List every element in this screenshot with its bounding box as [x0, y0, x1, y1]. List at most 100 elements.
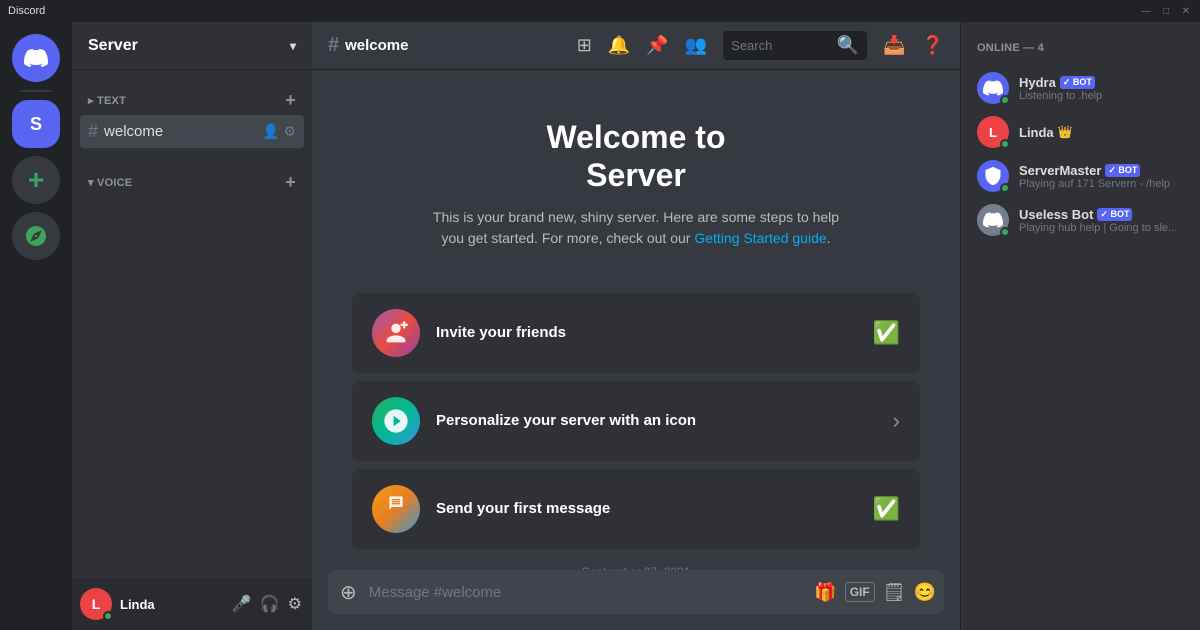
- message-input-box: ⊕ 🎁 GIF 🗒 😊: [328, 570, 944, 614]
- search-placeholder: Search: [731, 38, 772, 53]
- explore-button[interactable]: [12, 212, 60, 260]
- search-icon: 🔍: [837, 35, 859, 56]
- member-name-uselessbot: Useless Bot ✓ BOT: [1019, 207, 1184, 222]
- task-label-invite: Invite your friends: [436, 324, 857, 341]
- hashtag-icon[interactable]: ⊞: [577, 35, 592, 56]
- titlebar: Discord — □ ✕: [0, 0, 1200, 22]
- message-input[interactable]: [369, 574, 807, 611]
- gif-button[interactable]: GIF: [845, 582, 875, 602]
- task-item-personalize[interactable]: Personalize your server with an icon ›: [352, 381, 920, 461]
- task-label-message: Send your first message: [436, 500, 857, 517]
- topbar-hash-icon: #: [328, 34, 339, 57]
- message-input-area: ⊕ 🎁 GIF 🗒 😊: [312, 570, 960, 630]
- servermaster-status: Playing auf 171 Servern - /help: [1019, 178, 1184, 190]
- server-header[interactable]: Server ▾: [72, 22, 312, 70]
- hydra-bot-badge: ✓ BOT: [1060, 76, 1095, 89]
- member-item-servermaster[interactable]: ServerMaster ✓ BOT Playing auf 171 Serve…: [969, 154, 1192, 198]
- linda-status-dot: [1000, 139, 1010, 149]
- task-status-message: ✅: [873, 496, 900, 522]
- members-icon[interactable]: 👥: [685, 35, 707, 56]
- voice-section-header[interactable]: ▾ VOICE +: [80, 168, 304, 197]
- hydra-status-dot: [1000, 95, 1010, 105]
- getting-started-link[interactable]: Getting Started guide: [694, 230, 826, 246]
- channel-name-welcome: welcome: [104, 123, 163, 140]
- search-box[interactable]: Search 🔍: [723, 31, 867, 60]
- welcome-subtitle: This is your brand new, shiny server. He…: [352, 207, 920, 249]
- channel-item-welcome[interactable]: # welcome 👤 ⚙: [80, 115, 304, 148]
- user-area: L Linda 🎤 🎧 ⚙: [72, 578, 312, 630]
- task-item-message[interactable]: Send your first message ✅: [352, 469, 920, 549]
- member-avatar-servermaster: [977, 160, 1009, 192]
- sticker-button[interactable]: 🗒: [883, 582, 906, 603]
- voice-section-label: ▾ VOICE: [88, 176, 132, 189]
- bell-icon[interactable]: 🔔: [608, 35, 630, 56]
- topbar: # welcome ⊞ 🔔 📌 👥 Search 🔍 📥 ❓: [312, 22, 960, 70]
- inbox-icon[interactable]: 📥: [883, 35, 905, 56]
- topbar-channel-label: welcome: [345, 37, 408, 54]
- member-item-uselessbot[interactable]: Useless Bot ✓ BOT Playing hub help | Goi…: [969, 198, 1192, 242]
- add-member-icon[interactable]: 👤: [262, 123, 279, 140]
- input-actions: 🎁 GIF 🗒 😊: [814, 582, 936, 603]
- voice-channels-section: ▾ VOICE +: [72, 152, 312, 201]
- date-divider: September 27, 2021: [312, 549, 960, 570]
- close-button[interactable]: ✕: [1180, 5, 1192, 17]
- add-server-button[interactable]: +: [12, 156, 60, 204]
- minimize-button[interactable]: —: [1140, 5, 1152, 17]
- member-info-linda: Linda 👑: [1019, 125, 1184, 140]
- add-text-channel-button[interactable]: +: [285, 90, 296, 111]
- maximize-button[interactable]: □: [1160, 5, 1172, 17]
- member-name-hydra: Hydra ✓ BOT: [1019, 75, 1184, 90]
- text-section-header[interactable]: ▸ TEXT +: [80, 86, 304, 115]
- emoji-button[interactable]: 😊: [914, 582, 936, 603]
- uselessbot-bot-badge: ✓ BOT: [1097, 208, 1132, 221]
- pin-icon[interactable]: 📌: [646, 35, 668, 56]
- add-voice-channel-button[interactable]: +: [285, 172, 296, 193]
- welcome-title: Welcome toServer: [352, 118, 920, 195]
- member-item-linda[interactable]: L Linda 👑: [969, 110, 1192, 154]
- task-list: Invite your friends ✅ Personalize your s…: [352, 293, 920, 549]
- linda-crown-icon: 👑: [1058, 125, 1073, 139]
- task-icon-invite: [372, 309, 420, 357]
- member-info-hydra: Hydra ✓ BOT Listening to .help: [1019, 75, 1184, 102]
- chat-area[interactable]: Welcome toServer This is your brand new,…: [312, 70, 960, 570]
- server-dropdown-icon: ▾: [290, 39, 296, 53]
- member-avatar-hydra: [977, 72, 1009, 104]
- server-name: Server: [88, 37, 138, 55]
- servermaster-status-dot: [1000, 183, 1010, 193]
- add-attachment-button[interactable]: ⊕: [336, 576, 361, 609]
- channel-sidebar: Server ▾ ▸ TEXT + # welcome 👤 ⚙ ▾ VOICE …: [72, 22, 312, 630]
- channel-hash-icon: #: [88, 121, 98, 142]
- member-item-hydra[interactable]: Hydra ✓ BOT Listening to .help: [969, 66, 1192, 110]
- text-section-label: ▸ TEXT: [88, 94, 126, 107]
- member-avatar-uselessbot: [977, 204, 1009, 236]
- member-info-servermaster: ServerMaster ✓ BOT Playing auf 171 Serve…: [1019, 163, 1184, 190]
- server-list: S +: [0, 22, 72, 630]
- app-title: Discord: [8, 5, 45, 17]
- channel-icons: 👤 ⚙: [262, 123, 296, 140]
- main-content: # welcome ⊞ 🔔 📌 👥 Search 🔍 📥 ❓ Wel: [312, 22, 960, 630]
- help-icon[interactable]: ❓: [922, 35, 944, 56]
- active-server-icon[interactable]: S: [12, 100, 60, 148]
- member-avatar-linda: L: [977, 116, 1009, 148]
- servermaster-bot-badge: ✓ BOT: [1105, 164, 1140, 177]
- settings-icon[interactable]: ⚙: [283, 123, 296, 140]
- uselessbot-status: Playing hub help | Going to sle...: [1019, 222, 1184, 234]
- text-channels-section: ▸ TEXT + # welcome 👤 ⚙: [72, 70, 312, 152]
- discord-home-button[interactable]: [12, 34, 60, 82]
- uselessbot-status-dot: [1000, 227, 1010, 237]
- online-header: ONLINE — 4: [969, 38, 1192, 58]
- task-status-personalize: ›: [893, 408, 900, 434]
- task-status-invite: ✅: [873, 320, 900, 346]
- user-avatar: L: [80, 588, 112, 620]
- user-settings-button[interactable]: ⚙: [286, 592, 304, 616]
- task-item-invite[interactable]: Invite your friends ✅: [352, 293, 920, 373]
- right-sidebar: ONLINE — 4 Hydra ✓ BOT Listening to .hel…: [960, 22, 1200, 630]
- gift-button[interactable]: 🎁: [814, 582, 836, 603]
- deafen-button[interactable]: 🎧: [258, 592, 282, 616]
- topbar-icons: ⊞ 🔔 📌 👥 Search 🔍 📥 ❓: [577, 31, 944, 60]
- user-name: Linda: [120, 597, 222, 612]
- topbar-channel-name: # welcome: [328, 34, 409, 57]
- member-info-uselessbot: Useless Bot ✓ BOT Playing hub help | Goi…: [1019, 207, 1184, 234]
- mute-button[interactable]: 🎤: [230, 592, 254, 616]
- task-icon-personalize: [372, 397, 420, 445]
